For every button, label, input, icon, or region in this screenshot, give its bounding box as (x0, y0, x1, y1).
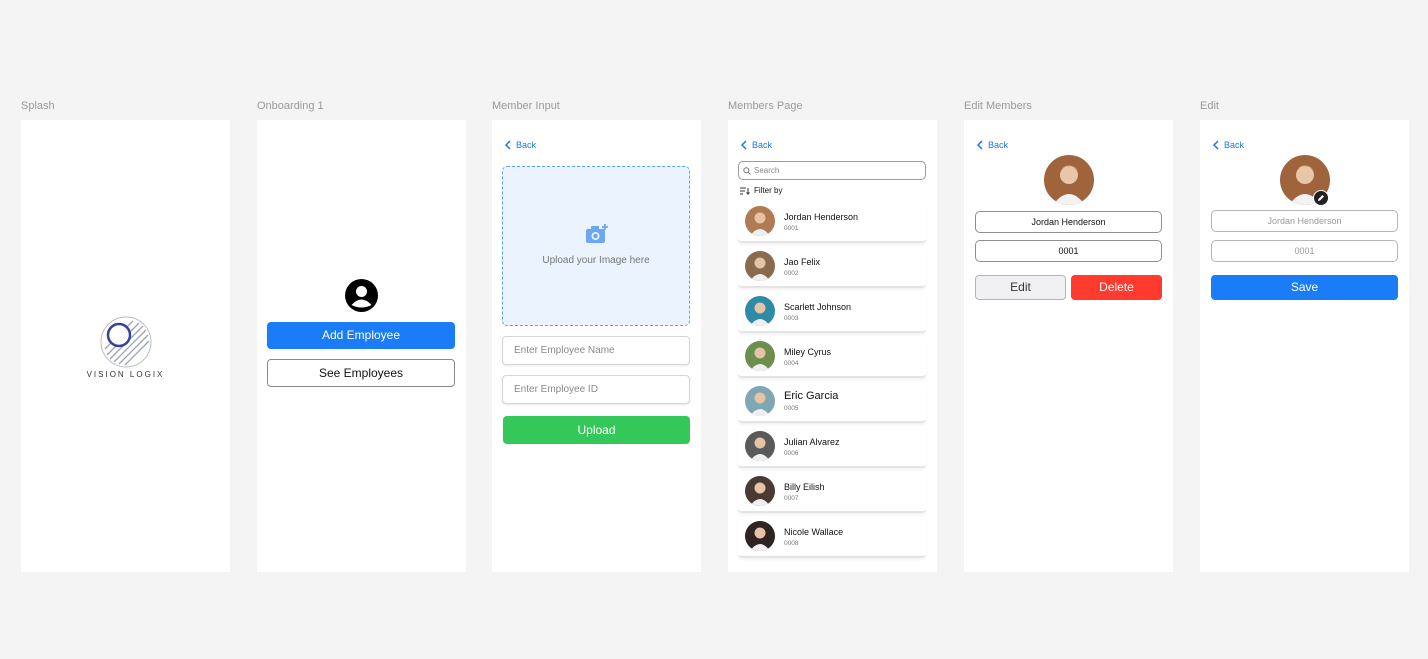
frame-label-members-page: Members Page (728, 100, 803, 112)
back-label: Back (516, 140, 537, 150)
member-name: Jao Felix (784, 257, 821, 267)
filter-icon (740, 187, 750, 195)
logo-text: VISION LOGIX (86, 370, 165, 379)
member-name: Miley Cyrus (784, 347, 832, 357)
member-row[interactable]: Billy Eilish 0007 (738, 473, 926, 513)
member-id: 0006 (784, 450, 799, 457)
back-button[interactable]: Back (1212, 140, 1244, 150)
upload-hint: Upload your Image here (542, 255, 650, 266)
name-field[interactable]: Jordan Henderson (1211, 210, 1398, 232)
edit-members-screen: Back Jordan Henderson 0001 Edit Delete (964, 120, 1173, 572)
member-id: 0004 (784, 360, 799, 367)
id-field[interactable]: 0001 (975, 240, 1162, 262)
name-field[interactable]: Jordan Henderson (975, 211, 1162, 233)
member-id: 0002 (784, 270, 799, 277)
splash-screen: VISION LOGIX (21, 120, 230, 572)
member-name: Eric Garcia (784, 390, 839, 402)
search-input[interactable]: Search (738, 161, 926, 180)
image-dropzone[interactable]: Upload your Image here (502, 166, 690, 326)
member-id: 0007 (784, 495, 799, 502)
search-placeholder: Search (754, 166, 780, 175)
avatar (745, 296, 775, 326)
avatar (745, 251, 775, 281)
member-name: Jordan Henderson (784, 212, 859, 222)
members-page-screen: Back Search Filter by Jordan Henderson 00… (728, 120, 937, 572)
avatar (745, 521, 775, 551)
member-name: Scarlett Johnson (784, 302, 852, 312)
back-button[interactable]: Back (976, 140, 1008, 150)
frame-label-edit-members: Edit Members (964, 100, 1032, 112)
avatar (745, 206, 775, 236)
frame-label-member-input: Member Input (492, 100, 560, 112)
member-row[interactable]: Eric Garcia 0005 (738, 383, 926, 423)
vision-logix-logo (100, 316, 152, 368)
member-name: Billy Eilish (784, 482, 825, 492)
edit-avatar-button[interactable] (1313, 190, 1329, 206)
avatar (745, 476, 775, 506)
member-id: 0005 (784, 405, 799, 412)
add-camera-icon (586, 224, 608, 243)
frame-label-edit: Edit (1200, 100, 1219, 112)
member-row[interactable]: Miley Cyrus 0004 (738, 338, 926, 378)
pencil-icon (1318, 195, 1324, 201)
member-input-screen: Back Upload your Image here Enter Employ… (492, 120, 701, 572)
member-id: 0001 (784, 225, 799, 232)
member-id: 0003 (784, 315, 799, 322)
chevron-left-icon (740, 140, 747, 150)
delete-button[interactable]: Delete (1071, 275, 1162, 300)
member-row[interactable]: Jao Felix 0002 (738, 248, 926, 288)
back-label: Back (988, 140, 1009, 150)
see-employees-button[interactable]: See Employees (267, 359, 455, 387)
avatar (745, 341, 775, 371)
back-label: Back (752, 140, 773, 150)
avatar (745, 431, 775, 461)
frame-label-onboarding: Onboarding 1 (257, 100, 324, 112)
onboarding-screen: Add Employee See Employees (257, 120, 466, 572)
employee-id-input[interactable]: Enter Employee ID (502, 375, 690, 404)
save-button[interactable]: Save (1211, 275, 1398, 300)
avatar (745, 386, 775, 416)
frame-label-splash: Splash (21, 100, 55, 112)
member-row[interactable]: Nicole Wallace 0008 (738, 518, 926, 558)
member-id: 0008 (784, 540, 799, 547)
chevron-left-icon (1212, 140, 1219, 150)
chevron-left-icon (976, 140, 983, 150)
employee-name-input[interactable]: Enter Employee Name (502, 336, 690, 365)
member-row[interactable]: Julian Alvarez 0006 (738, 428, 926, 468)
back-button[interactable]: Back (740, 140, 772, 150)
chevron-left-icon (504, 140, 511, 150)
back-label: Back (1224, 140, 1245, 150)
add-employee-button[interactable]: Add Employee (267, 322, 455, 349)
search-icon (743, 166, 751, 175)
avatar (1044, 155, 1094, 205)
id-field[interactable]: 0001 (1211, 240, 1398, 262)
filter-label: Filter by (754, 186, 783, 195)
user-circle-icon (345, 279, 378, 312)
back-button[interactable]: Back (504, 140, 536, 150)
edit-screen: Back Jordan Henderson 0001 Save (1200, 120, 1409, 572)
upload-button[interactable]: Upload (503, 416, 690, 444)
member-name: Julian Alvarez (784, 437, 840, 447)
member-row[interactable]: Scarlett Johnson 0003 (738, 293, 926, 333)
edit-button[interactable]: Edit (975, 275, 1066, 300)
filter-button[interactable]: Filter by (740, 186, 782, 195)
member-row[interactable]: Jordan Henderson 0001 (738, 203, 926, 243)
member-name: Nicole Wallace (784, 527, 844, 537)
